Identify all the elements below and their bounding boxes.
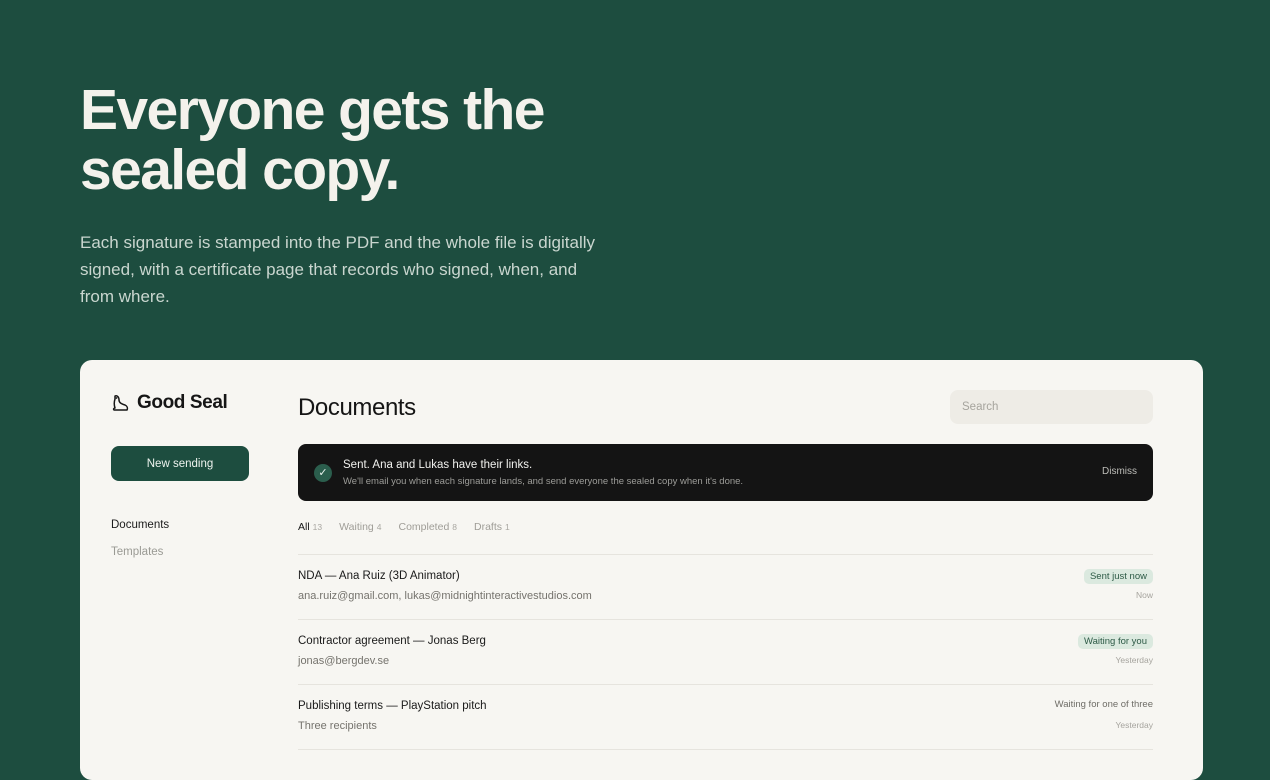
toast-title: Sent. Ana and Lukas have their links. [343, 459, 533, 471]
document-time: Now [1135, 590, 1153, 600]
tab-label: Completed [398, 521, 450, 533]
document-row[interactable]: Publishing terms — PlayStation pitch Thr… [298, 685, 1153, 750]
new-sending-button[interactable]: New sending [111, 446, 249, 481]
tab-label: Waiting [339, 521, 374, 533]
hero-title-line-2: sealed copy. [80, 138, 400, 202]
tab-waiting[interactable]: Waiting 4 [339, 521, 381, 533]
status-badge: Waiting for you [1077, 634, 1153, 649]
tab-label: All [298, 521, 310, 533]
document-row[interactable]: NDA — Ana Ruiz (3D Animator) ana.ruiz@gm… [298, 555, 1153, 620]
dismiss-button[interactable]: Dismiss [1102, 466, 1137, 477]
brand[interactable]: Good Seal [111, 392, 228, 414]
tab-label: Drafts [474, 521, 503, 533]
hero-title-line-1: Everyone gets the [80, 78, 545, 142]
sidebar-item-documents[interactable]: Documents [111, 512, 169, 539]
tab-count: 4 [376, 522, 382, 532]
brand-name: Good Seal [137, 392, 228, 413]
seal-icon [111, 393, 131, 413]
tab-completed[interactable]: Completed 8 [399, 521, 458, 533]
page-title: Documents [298, 394, 416, 421]
filter-tabs: All 13 Waiting 4 Completed 8 Drafts 1 [298, 521, 510, 533]
status-text: Waiting for one of three [1054, 699, 1153, 710]
status-badge: Sent just now [1083, 569, 1153, 584]
toast-notification: ✓ Sent. Ana and Lukas have their links. … [298, 444, 1153, 501]
tab-drafts[interactable]: Drafts 1 [474, 521, 510, 533]
sidebar-item-templates[interactable]: Templates [111, 539, 169, 566]
document-time: Yesterday [1115, 720, 1154, 730]
hero-subtitle: Each signature is stamped into the PDF a… [80, 233, 595, 306]
hero-title: Everyone gets the sealed copy. [80, 80, 600, 200]
search-input[interactable] [950, 390, 1153, 424]
document-title: NDA — Ana Ruiz (3D Animator) [298, 570, 460, 582]
document-title: Publishing terms — PlayStation pitch [298, 700, 487, 712]
document-row[interactable]: Contractor agreement — Jonas Berg jonas@… [298, 620, 1153, 685]
tab-count: 1 [505, 522, 510, 532]
document-list: NDA — Ana Ruiz (3D Animator) ana.ruiz@gm… [298, 554, 1153, 750]
sidebar-nav: Documents Templates [111, 512, 169, 566]
document-recipients: ana.ruiz@gmail.com, lukas@midnightintera… [298, 590, 592, 602]
check-icon: ✓ [314, 464, 332, 482]
document-recipients: Three recipients [298, 720, 377, 732]
tab-all[interactable]: All 13 [298, 521, 322, 533]
document-time: Yesterday [1115, 655, 1154, 665]
tab-count: 13 [312, 522, 323, 532]
tab-count: 8 [452, 522, 458, 532]
app-window: Good Seal New sending Documents Template… [80, 360, 1203, 780]
document-recipients: jonas@bergdev.se [298, 655, 390, 667]
toast-body: We'll email you when each signature land… [343, 476, 744, 487]
document-title: Contractor agreement — Jonas Berg [298, 635, 486, 647]
